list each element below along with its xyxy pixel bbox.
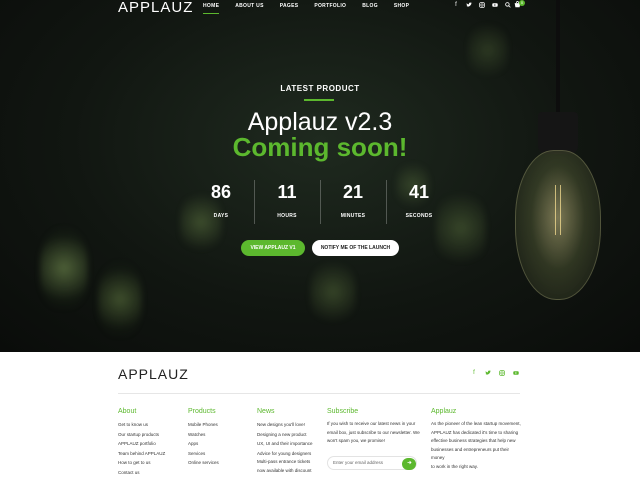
background-bulb	[40, 228, 88, 308]
footer-link[interactable]: Online services	[188, 458, 248, 468]
site-footer: APPLAUZ f About Get to know us Our start…	[0, 352, 640, 480]
facebook-icon[interactable]: f	[471, 370, 477, 378]
instagram-icon[interactable]	[479, 2, 485, 11]
countdown-days: 86 DAYS	[188, 180, 254, 224]
background-bulb	[98, 262, 142, 336]
nav-item-pages[interactable]: PAGES	[280, 3, 299, 9]
subscribe-text-line: If you wish to receive our latest news i…	[327, 421, 416, 426]
nav-social-icons: f	[453, 2, 511, 11]
footer-column-subscribe: Subscribe If you wish to receive our lat…	[327, 408, 422, 470]
site-logo[interactable]: APPLAUZ	[118, 0, 193, 16]
view-applauz-button[interactable]: VIEW APPLAUZ V1	[241, 240, 305, 256]
cart-count-badge: 0	[519, 0, 525, 6]
search-icon[interactable]	[505, 2, 511, 11]
applauz-text-line: APPLAUZ has dedicated it's time to shari…	[431, 429, 519, 435]
footer-link[interactable]: APPLAUZ portfolio	[118, 439, 178, 449]
footer-link[interactable]: Services	[188, 449, 248, 459]
subscribe-text-line: won't spam you, we promise!	[327, 438, 385, 443]
footer-column-news: News New designs you'll love! Designing …	[257, 408, 319, 475]
nav-item-about-us[interactable]: ABOUT US	[235, 3, 264, 9]
facebook-icon[interactable]: f	[453, 2, 459, 11]
footer-link-continued[interactable]: now available with discount	[257, 467, 319, 476]
eyebrow-underline	[304, 99, 334, 101]
twitter-icon[interactable]	[466, 2, 472, 11]
footer-link[interactable]: How to get to us	[118, 458, 178, 468]
footer-column-products: Products Mobile Phones Watches Apps Serv…	[188, 408, 248, 468]
countdown-hours: 11 HOURS	[254, 180, 320, 224]
footer-column-applauz: Applauz As the pioneer of the lean start…	[431, 408, 523, 471]
bulb-filament	[555, 185, 561, 235]
footer-link[interactable]: Our startup products	[118, 430, 178, 440]
countdown-value: 86	[210, 182, 232, 202]
footer-link[interactable]: Team behind APPLAUZ	[118, 449, 178, 459]
nav-item-portfolio[interactable]: PORTFOLIO	[314, 3, 346, 9]
youtube-icon[interactable]	[513, 370, 519, 378]
countdown-seconds: 41 SECONDS	[386, 180, 452, 224]
column-title: Subscribe	[327, 408, 359, 415]
footer-link[interactable]: New designs you'll love!	[257, 420, 319, 430]
footer-column-about: About Get to know us Our startup product…	[118, 408, 178, 477]
arrow-right-icon	[407, 460, 412, 465]
footer-social-icons: f	[471, 370, 519, 378]
column-title: Products	[188, 408, 216, 415]
countdown-value: 21	[342, 182, 364, 202]
column-title: About	[118, 408, 137, 415]
countdown-label: MINUTES	[340, 213, 366, 219]
email-placeholder: Enter your email address	[333, 460, 384, 465]
main-menu: HOME ABOUT US PAGES PORTFOLIO BLOG SHOP	[203, 3, 425, 14]
instagram-icon[interactable]	[499, 370, 505, 378]
countdown-label: DAYS	[213, 213, 229, 219]
applauz-text-line: effective business strategies that help …	[431, 438, 516, 443]
countdown-minutes: 21 MINUTES	[320, 180, 386, 224]
hero-section: APPLAUZ HOME ABOUT US PAGES PORTFOLIO BL…	[0, 0, 640, 352]
hero-eyebrow: LATEST PRODUCT	[280, 84, 360, 93]
top-navigation: APPLAUZ HOME ABOUT US PAGES PORTFOLIO BL…	[0, 0, 640, 16]
newsletter-email-field[interactable]: Enter your email address	[327, 456, 417, 470]
applauz-text-line: to work in the right way.	[431, 463, 478, 469]
footer-link[interactable]: Contact us	[118, 468, 178, 478]
footer-link[interactable]: Multi-pass entrance tickets	[257, 458, 319, 467]
footer-link[interactable]: Get to know us	[118, 420, 178, 430]
hero-subheadline: Coming soon!	[232, 132, 408, 162]
twitter-icon[interactable]	[485, 370, 491, 378]
bulb-wire	[556, 0, 560, 114]
countdown-label: SECONDS	[405, 213, 433, 219]
countdown-label: HOURS	[277, 213, 297, 219]
applauz-text-line: businesses and entrepreneurs put their m…	[431, 446, 510, 461]
footer-link[interactable]: Watches	[188, 430, 248, 440]
footer-logo[interactable]: APPLAUZ	[118, 366, 189, 382]
nav-item-blog[interactable]: BLOG	[362, 3, 378, 9]
notify-me-button[interactable]: NOTIFY ME OF THE LAUNCH	[312, 240, 399, 256]
subscribe-text-line: email box, just subscribe to our newslet…	[327, 429, 420, 435]
footer-link[interactable]: Designing a new product	[257, 430, 319, 440]
youtube-icon[interactable]	[492, 2, 498, 11]
column-title: News	[257, 408, 275, 415]
footer-link[interactable]: UX, UI and their importance	[257, 439, 319, 449]
footer-divider	[118, 393, 520, 394]
footer-link[interactable]: Apps	[188, 439, 248, 449]
background-bulb	[310, 258, 356, 326]
countdown-value: 11	[277, 182, 297, 202]
footer-link[interactable]: Advice for young designers	[257, 449, 319, 459]
nav-item-shop[interactable]: SHOP	[394, 3, 409, 9]
nav-item-home[interactable]: HOME	[203, 3, 220, 14]
column-title: Applauz	[431, 408, 457, 415]
footer-link[interactable]: Mobile Phones	[188, 420, 248, 430]
countdown-value: 41	[408, 182, 430, 202]
applauz-text-line: As the pioneer of the lean startup movem…	[431, 421, 521, 426]
background-bulb	[468, 20, 508, 80]
countdown-timer: 86 DAYS 11 HOURS 21 MINUTES 41 SECONDS	[188, 180, 452, 224]
subscribe-button[interactable]	[402, 458, 416, 470]
